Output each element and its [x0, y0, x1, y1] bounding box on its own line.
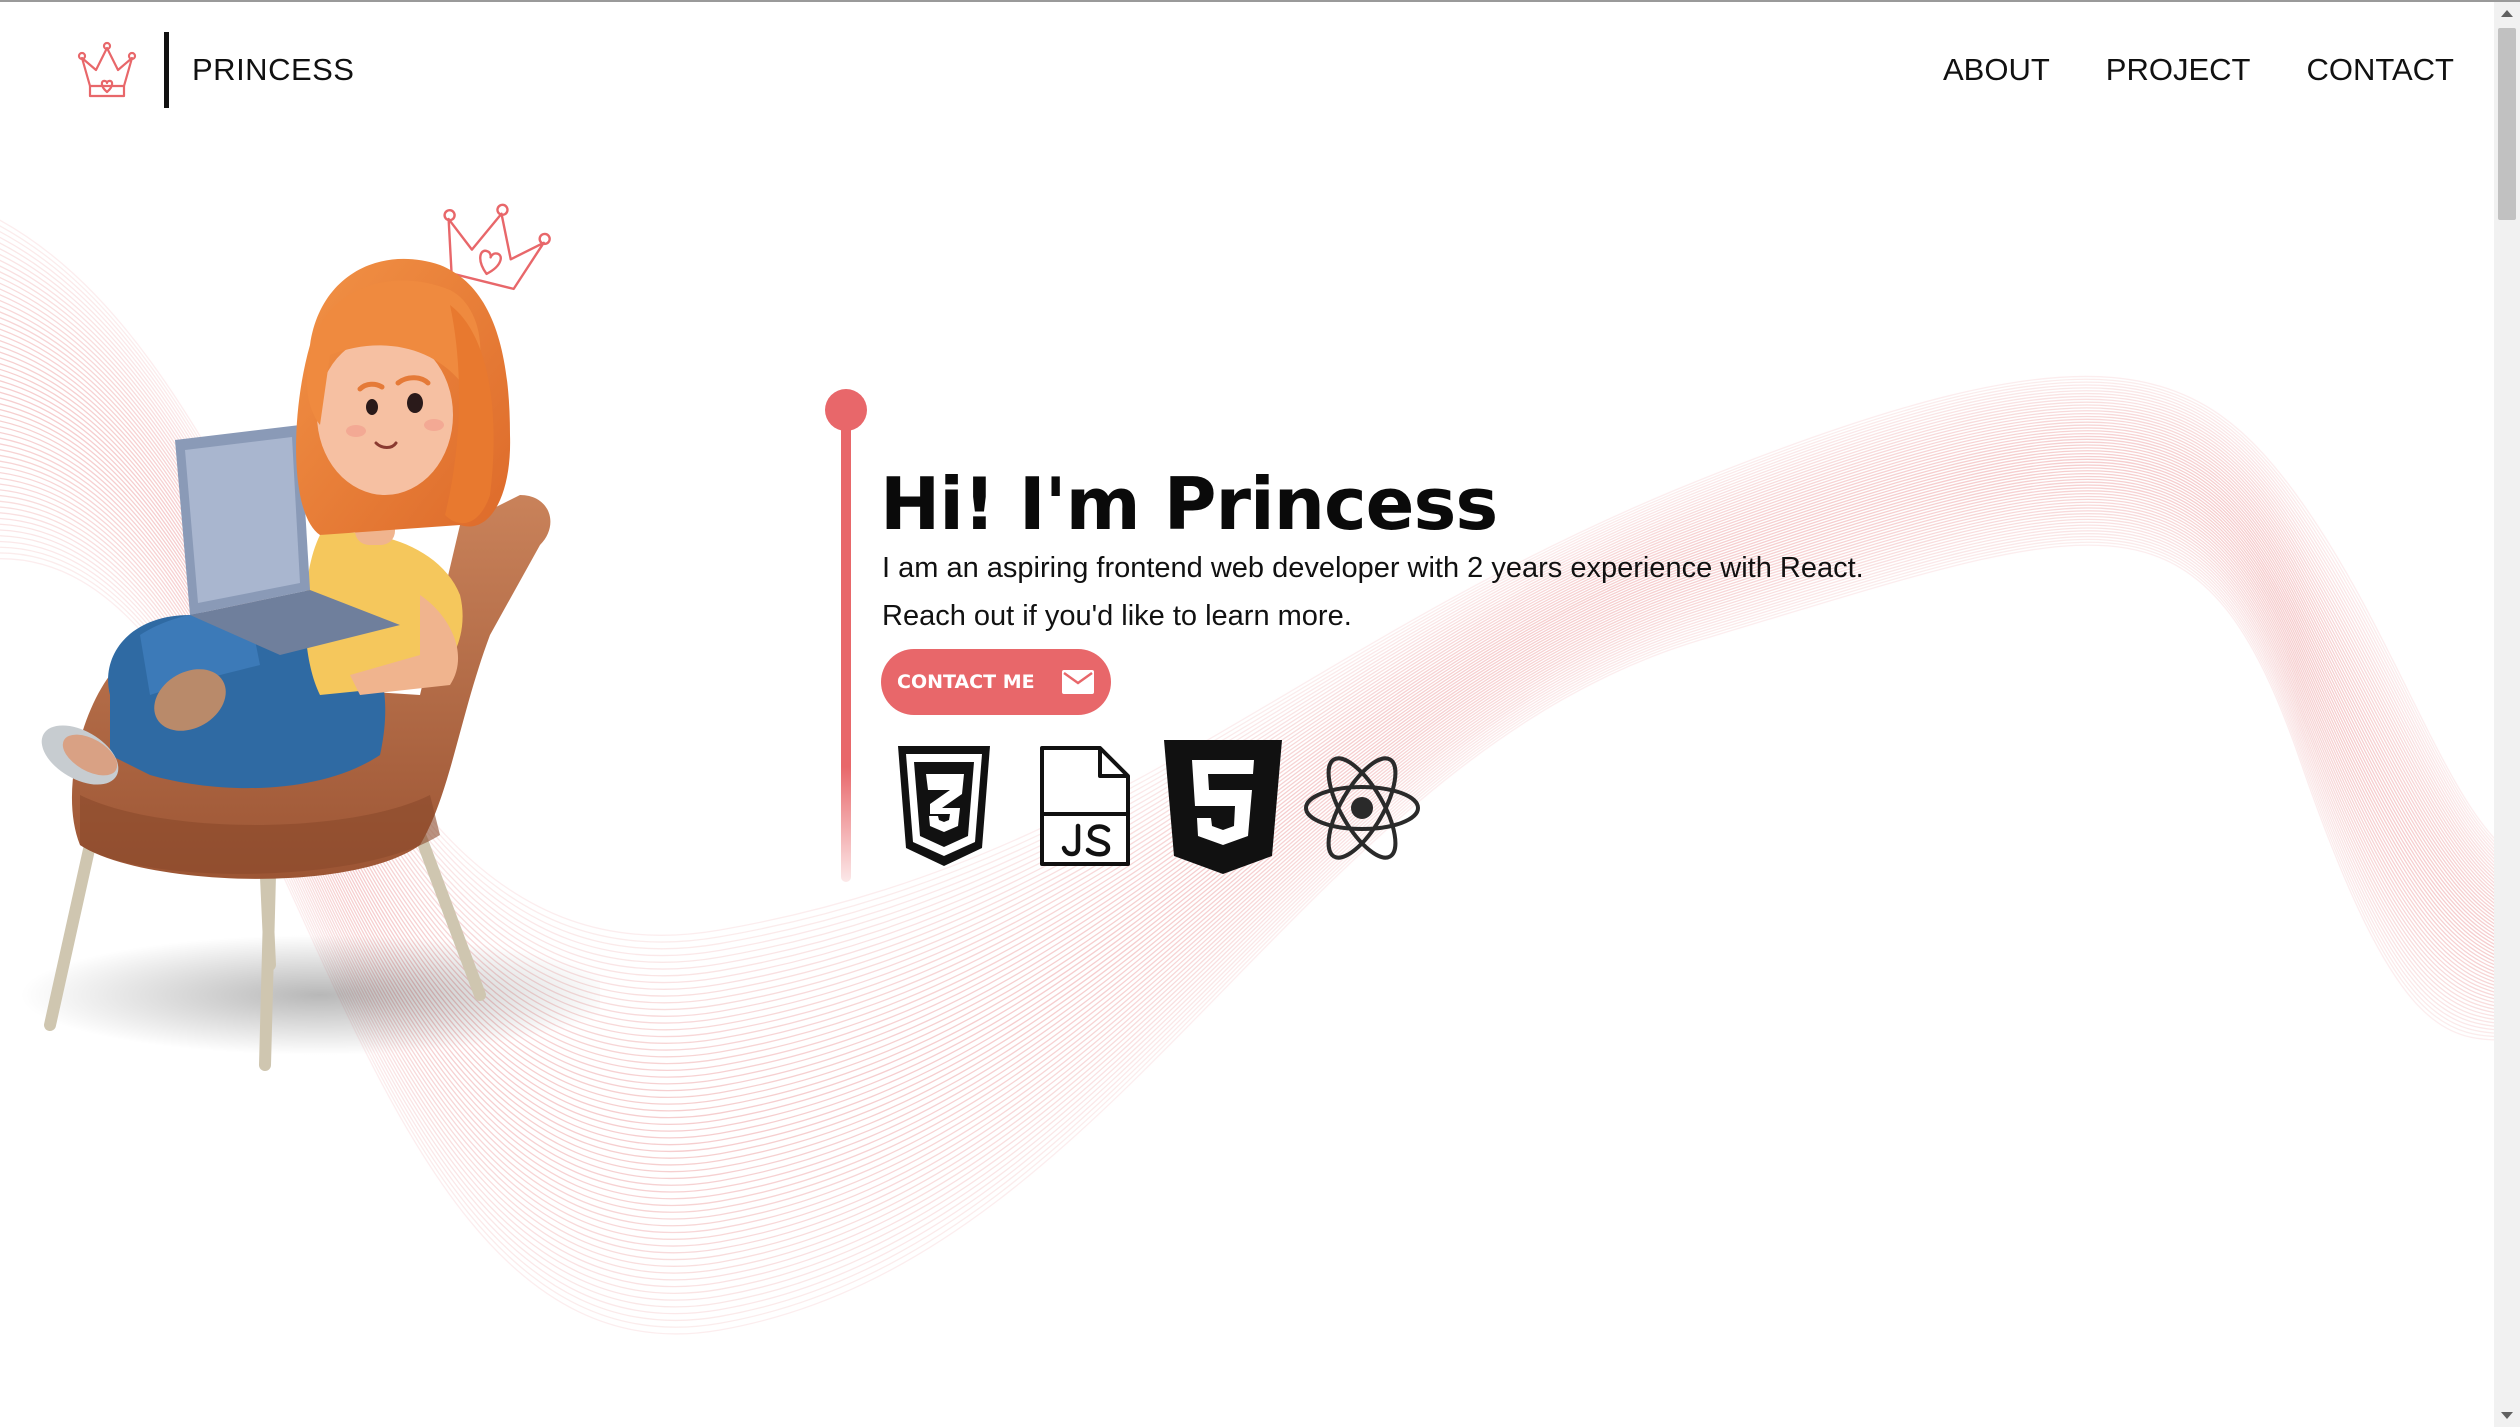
- vertical-scrollbar[interactable]: [2494, 2, 2520, 1427]
- scrollbar-thumb[interactable]: [2498, 28, 2516, 220]
- nav-contact[interactable]: CONTACT: [2306, 52, 2454, 88]
- hero-title: Hi! I'm Princess: [880, 462, 1498, 546]
- site-header: PRINCESS ABOUT PROJECT CONTACT: [0, 2, 2494, 136]
- javascript-file-icon: [1040, 746, 1130, 866]
- contact-me-label: CONTACT ME: [897, 671, 1035, 693]
- mail-icon: [1062, 670, 1094, 694]
- scroll-down-arrow-icon[interactable]: [2501, 1412, 2513, 1419]
- css3-icon: [898, 746, 990, 866]
- nav-about[interactable]: ABOUT: [1943, 52, 2050, 88]
- girl-on-armchair-illustration: [20, 203, 600, 1071]
- html5-icon: [1164, 740, 1282, 874]
- react-atom-icon: [1304, 756, 1420, 860]
- brand-name[interactable]: PRINCESS: [192, 52, 354, 88]
- hero-description-line-2: Reach out if you'd like to learn more.: [882, 600, 1352, 632]
- logo-divider: [164, 32, 169, 108]
- main-nav: ABOUT PROJECT CONTACT: [1943, 52, 2454, 88]
- hero-description-line-1: I am an aspiring frontend web developer …: [882, 552, 1864, 584]
- scroll-up-arrow-icon[interactable]: [2501, 10, 2513, 17]
- contact-me-button[interactable]: CONTACT ME: [881, 649, 1111, 715]
- nav-project[interactable]: PROJECT: [2106, 52, 2251, 88]
- crown-logo-icon[interactable]: [74, 40, 140, 102]
- timeline-line: [841, 420, 851, 882]
